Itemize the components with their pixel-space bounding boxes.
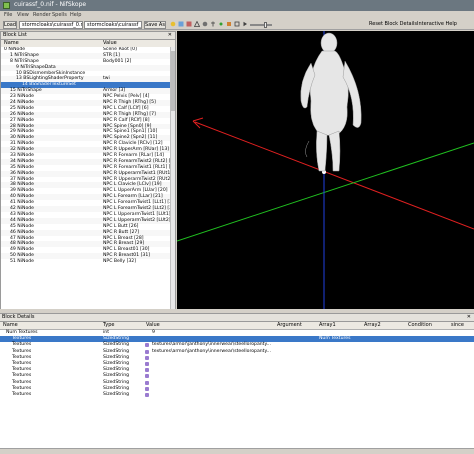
column-array1[interactable]: Array1 bbox=[319, 322, 336, 329]
hidden-icon[interactable] bbox=[234, 21, 240, 27]
details-name: Textures bbox=[12, 391, 32, 397]
render-viewport[interactable] bbox=[177, 31, 474, 309]
block-tree: 0 NiNode Scene Root [0] 1 NiTriShape STR [1… bbox=[1, 47, 171, 309]
close-icon[interactable]: ✕ bbox=[168, 32, 172, 39]
load-button[interactable]: Load bbox=[3, 20, 17, 29]
column-condition[interactable]: Condition bbox=[408, 322, 432, 329]
reset-block-details-button[interactable]: Reset Block Details bbox=[369, 21, 417, 27]
block-list-header: Block List ✕ bbox=[1, 32, 175, 40]
menu-spells[interactable]: Spells bbox=[52, 12, 67, 18]
block-list-panel: Block List ✕ Name Value 0 NiNode Scene Ro… bbox=[0, 31, 176, 309]
column-name[interactable]: Name bbox=[4, 40, 19, 47]
tree-row-name: 51 NiNode bbox=[10, 259, 35, 265]
column-argument[interactable]: Argument bbox=[277, 322, 302, 329]
block-details-panel: Block Details ✕ Name Type Value Argument… bbox=[0, 313, 474, 454]
column-since[interactable]: since bbox=[451, 322, 464, 329]
animation-slider[interactable] bbox=[250, 22, 272, 28]
app-icon bbox=[3, 2, 10, 9]
string-type-icon bbox=[145, 349, 149, 354]
string-type-icon bbox=[145, 361, 149, 366]
string-type-icon bbox=[145, 392, 149, 397]
lighting-icon[interactable] bbox=[170, 21, 176, 27]
collision-icon[interactable] bbox=[226, 21, 232, 27]
tree-row-value: NPC Belly [32] bbox=[103, 259, 137, 265]
shading-icon[interactable] bbox=[202, 21, 208, 27]
details-column-header: Name Type Value Argument Array1 Array2 C… bbox=[0, 322, 474, 330]
save-as-button[interactable]: Save As bbox=[144, 20, 166, 29]
menu-bar: File View Render Spells Help bbox=[0, 11, 474, 19]
interactive-help-button[interactable]: Interactive Help bbox=[417, 21, 457, 27]
nodes-icon[interactable] bbox=[218, 21, 224, 27]
menu-help[interactable]: Help bbox=[70, 12, 81, 18]
column-value[interactable]: Value bbox=[146, 322, 160, 329]
window-title: cuirassf_0.nif - NifSkope bbox=[14, 1, 87, 8]
block-details-title: Block Details bbox=[2, 314, 35, 320]
menu-view[interactable]: View bbox=[17, 12, 29, 18]
play-icon[interactable] bbox=[242, 21, 248, 27]
column-array2[interactable]: Array2 bbox=[364, 322, 381, 329]
tree-row[interactable]: 51 NiNode NPC Belly [32] bbox=[1, 259, 171, 265]
string-type-icon bbox=[145, 380, 149, 385]
string-type-icon bbox=[145, 368, 149, 373]
scrollbar-thumb[interactable] bbox=[171, 51, 175, 111]
string-type-icon bbox=[145, 343, 149, 348]
block-details-header: Block Details ✕ bbox=[0, 313, 474, 322]
load-path-field[interactable]: stormcloaks\cuirassf_0.nif bbox=[19, 20, 83, 29]
details-table: Num Textures int 9 Textures SizedString Num T… bbox=[0, 330, 474, 398]
close-icon[interactable]: ✕ bbox=[467, 314, 471, 321]
string-type-icon bbox=[145, 386, 149, 391]
texture-icon[interactable] bbox=[186, 21, 192, 27]
viewport-canvas[interactable] bbox=[177, 31, 474, 309]
string-type-icon bbox=[145, 355, 149, 360]
column-type[interactable]: Type bbox=[103, 322, 114, 329]
menu-file[interactable]: File bbox=[4, 12, 12, 18]
column-value[interactable]: Value bbox=[103, 40, 117, 47]
save-path-field[interactable]: stormcloaks\cuirassf_0.nif bbox=[84, 20, 142, 29]
slider-handle[interactable] bbox=[264, 22, 267, 28]
skeleton-icon[interactable] bbox=[210, 21, 216, 27]
column-name[interactable]: Name bbox=[3, 322, 18, 329]
details-type: SizedString bbox=[103, 391, 130, 397]
wireframe-icon[interactable] bbox=[194, 21, 200, 27]
details-row[interactable]: Textures SizedString bbox=[0, 392, 474, 398]
menu-render[interactable]: Render bbox=[33, 12, 51, 18]
string-type-icon bbox=[145, 374, 149, 379]
toolbar: Load stormcloaks\cuirassf_0.nif stormclo… bbox=[0, 19, 474, 30]
block-list-scrollbar[interactable] bbox=[170, 47, 175, 309]
render-mode-icon[interactable] bbox=[178, 21, 184, 27]
status-bar bbox=[0, 448, 474, 454]
character-model[interactable] bbox=[300, 32, 362, 172]
block-list-title: Block List bbox=[3, 32, 27, 38]
title-bar: cuirassf_0.nif - NifSkope bbox=[0, 0, 474, 11]
